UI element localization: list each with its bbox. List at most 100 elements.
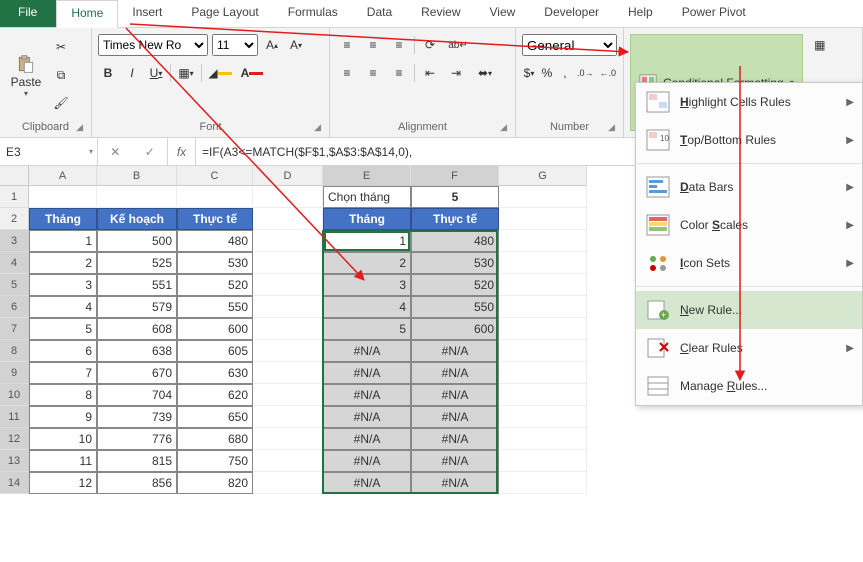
menu-icon-sets[interactable]: Icon Sets ▶ (636, 244, 862, 282)
cell-F9[interactable]: #N/A (411, 362, 499, 384)
column-header-D[interactable]: D (253, 166, 323, 186)
align-top-button[interactable]: ≡ (336, 34, 358, 56)
fx-icon[interactable]: fx (168, 138, 196, 165)
decrease-decimal-button[interactable]: ←.0 (598, 62, 617, 84)
comma-button[interactable]: , (558, 62, 572, 84)
cell-E3[interactable]: 1 (323, 230, 411, 252)
font-launcher-icon[interactable]: ◢ (314, 122, 321, 133)
percent-button[interactable]: % (540, 62, 554, 84)
cell-B12[interactable]: 776 (97, 428, 177, 450)
cell-F5[interactable]: 520 (411, 274, 499, 296)
cell-G1[interactable] (499, 186, 587, 208)
cell-E8[interactable]: #N/A (323, 340, 411, 362)
column-header-F[interactable]: F (411, 166, 499, 186)
tab-view[interactable]: View (476, 0, 531, 27)
tab-page-layout[interactable]: Page Layout (177, 0, 273, 27)
name-box[interactable]: E3 ▾ (0, 138, 98, 165)
cell-F4[interactable]: 530 (411, 252, 499, 274)
cell-C8[interactable]: 605 (177, 340, 253, 362)
cell-G12[interactable] (499, 428, 587, 450)
cell-B2[interactable]: Kế hoạch (97, 208, 177, 230)
cell-A4[interactable]: 2 (29, 252, 97, 274)
cell-B11[interactable]: 739 (97, 406, 177, 428)
cell-G6[interactable] (499, 296, 587, 318)
menu-color-scales[interactable]: Color Scales ▶ (636, 206, 862, 244)
cell-D2[interactable] (253, 208, 323, 230)
cell-A11[interactable]: 9 (29, 406, 97, 428)
cell-E12[interactable]: #N/A (323, 428, 411, 450)
column-header-B[interactable]: B (97, 166, 177, 186)
cell-C14[interactable]: 820 (177, 472, 253, 494)
row-header-6[interactable]: 6 (0, 296, 28, 318)
row-header-14[interactable]: 14 (0, 472, 28, 494)
cell-B13[interactable]: 815 (97, 450, 177, 472)
cell-C7[interactable]: 600 (177, 318, 253, 340)
align-left-button[interactable]: ≡ (336, 62, 358, 84)
cell-A7[interactable]: 5 (29, 318, 97, 340)
cell-C11[interactable]: 650 (177, 406, 253, 428)
italic-button[interactable]: I (122, 63, 142, 83)
cell-E13[interactable]: #N/A (323, 450, 411, 472)
increase-indent-button[interactable]: ⇥ (445, 62, 467, 84)
cell-E5[interactable]: 3 (323, 274, 411, 296)
tab-help[interactable]: Help (614, 0, 668, 27)
cell-G10[interactable] (499, 384, 587, 406)
cell-E2[interactable]: Tháng (323, 208, 411, 230)
underline-button[interactable]: U▾ (146, 63, 166, 83)
tab-home[interactable]: Home (56, 0, 118, 28)
cell-C13[interactable]: 750 (177, 450, 253, 472)
row-header-8[interactable]: 8 (0, 340, 28, 362)
align-bottom-button[interactable]: ≡ (388, 34, 410, 56)
column-header-E[interactable]: E (323, 166, 411, 186)
cell-B4[interactable]: 525 (97, 252, 177, 274)
menu-manage-rules[interactable]: Manage Rules... (636, 367, 862, 405)
decrease-font-button[interactable]: A▾ (286, 35, 306, 55)
fill-color-button[interactable]: ◢ (206, 62, 234, 84)
cell-G4[interactable] (499, 252, 587, 274)
row-header-13[interactable]: 13 (0, 450, 28, 472)
copy-button[interactable]: ⧉ (50, 64, 72, 86)
bold-button[interactable]: B (98, 63, 118, 83)
cell-D10[interactable] (253, 384, 323, 406)
cell-A3[interactable]: 1 (29, 230, 97, 252)
row-header-12[interactable]: 12 (0, 428, 28, 450)
align-right-button[interactable]: ≡ (388, 62, 410, 84)
cell-C12[interactable]: 680 (177, 428, 253, 450)
row-header-10[interactable]: 10 (0, 384, 28, 406)
orientation-button[interactable]: ⟳ (419, 34, 441, 56)
cell-D14[interactable] (253, 472, 323, 494)
tab-power-pivot[interactable]: Power Pivot (668, 0, 761, 27)
clipboard-launcher-icon[interactable]: ◢ (76, 122, 83, 133)
cell-F10[interactable]: #N/A (411, 384, 499, 406)
cell-B7[interactable]: 608 (97, 318, 177, 340)
tab-review[interactable]: Review (407, 0, 475, 27)
cell-A9[interactable]: 7 (29, 362, 97, 384)
cell-D11[interactable] (253, 406, 323, 428)
cancel-formula-button[interactable]: ✕ (110, 145, 120, 159)
number-launcher-icon[interactable]: ◢ (608, 122, 615, 133)
font-name-select[interactable]: Times New Ro (98, 34, 208, 56)
row-header-11[interactable]: 11 (0, 406, 28, 428)
format-painter-button[interactable]: 🖌 (50, 92, 72, 114)
row-header-1[interactable]: 1 (0, 186, 28, 208)
cell-G11[interactable] (499, 406, 587, 428)
cell-E11[interactable]: #N/A (323, 406, 411, 428)
cell-A6[interactable]: 4 (29, 296, 97, 318)
row-header-7[interactable]: 7 (0, 318, 28, 340)
cell-B5[interactable]: 551 (97, 274, 177, 296)
cell-D5[interactable] (253, 274, 323, 296)
cell-C10[interactable]: 620 (177, 384, 253, 406)
cell-G5[interactable] (499, 274, 587, 296)
align-middle-button[interactable]: ≡ (362, 34, 384, 56)
number-format-select[interactable]: General (522, 34, 617, 56)
decrease-indent-button[interactable]: ⇤ (419, 62, 441, 84)
cell-C1[interactable] (177, 186, 253, 208)
cell-D9[interactable] (253, 362, 323, 384)
cell-G8[interactable] (499, 340, 587, 362)
alignment-launcher-icon[interactable]: ◢ (500, 122, 507, 133)
cell-D3[interactable] (253, 230, 323, 252)
column-header-C[interactable]: C (177, 166, 253, 186)
tab-developer[interactable]: Developer (530, 0, 614, 27)
tab-file[interactable]: File (0, 0, 56, 27)
currency-button[interactable]: $▾ (522, 62, 536, 84)
